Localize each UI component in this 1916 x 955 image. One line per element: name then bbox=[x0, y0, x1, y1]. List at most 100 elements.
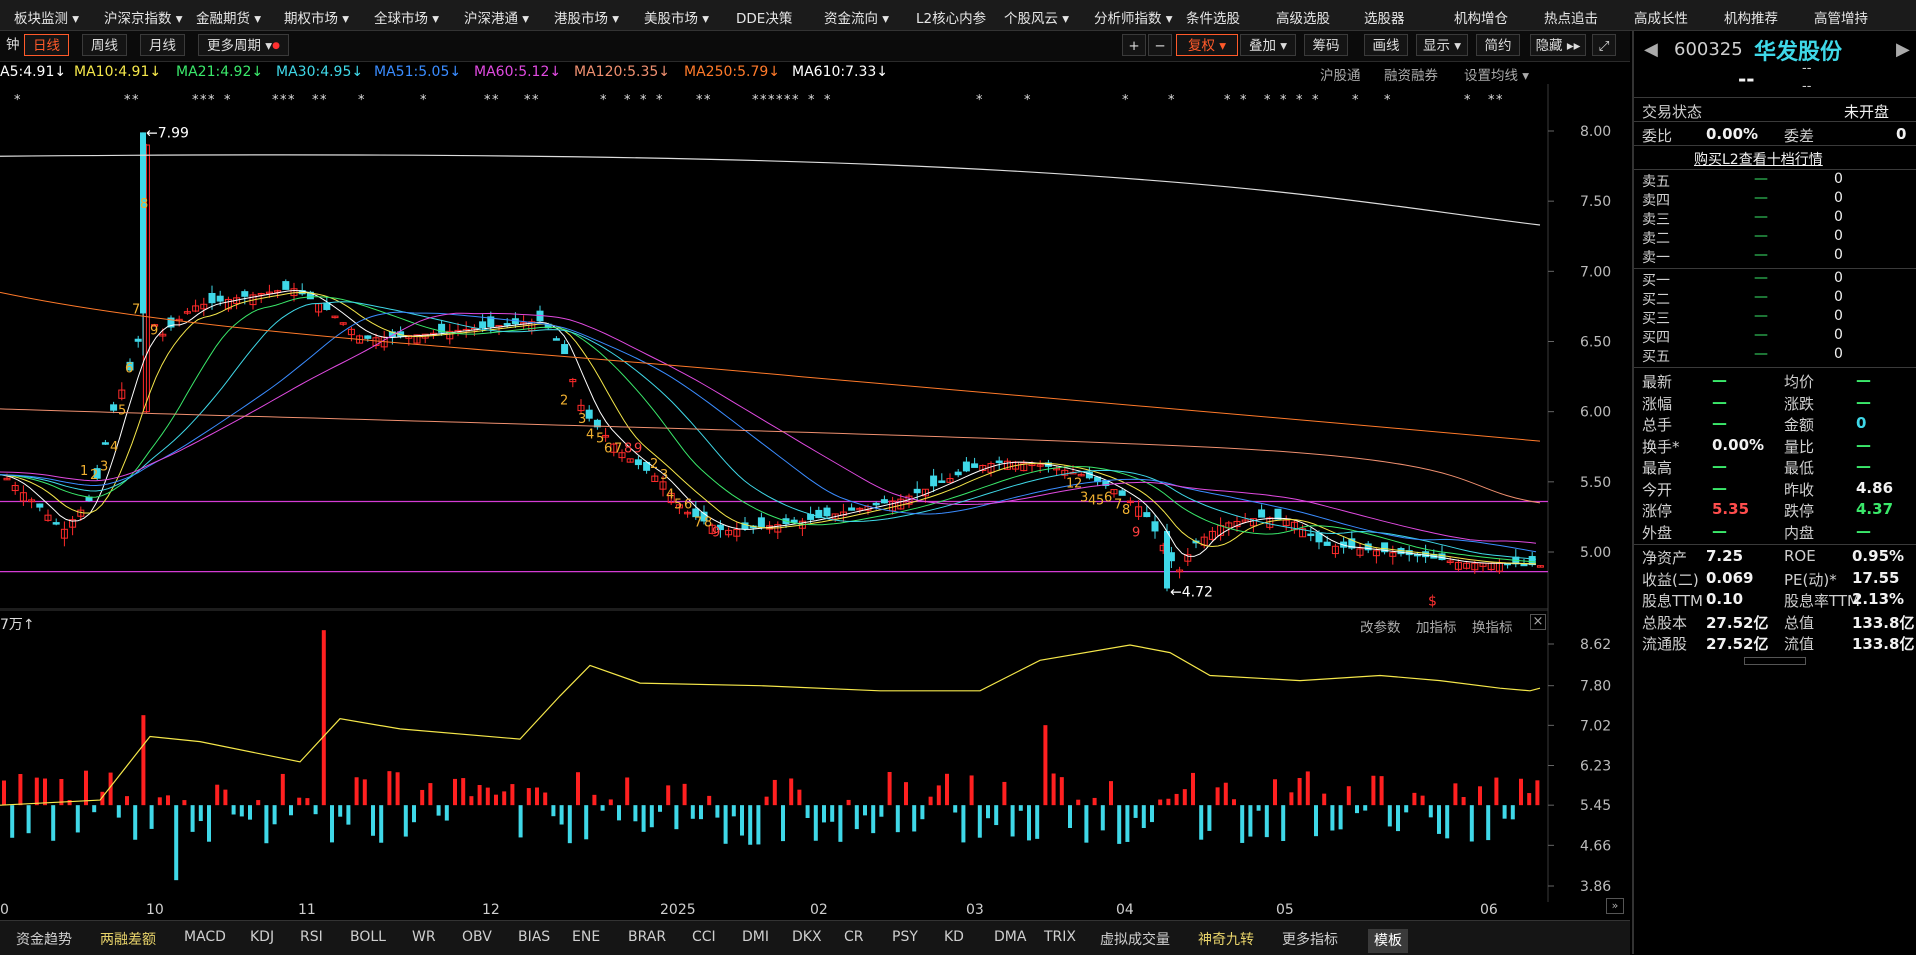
zoom-in-button[interactable]: + bbox=[1122, 34, 1146, 56]
indicator-bar bbox=[510, 784, 515, 806]
top-menu-item[interactable]: 机构推荐 bbox=[1724, 7, 1778, 27]
indicator-tab[interactable]: TRIX bbox=[1044, 929, 1076, 945]
y-tick-label: 6.23 bbox=[1580, 759, 1611, 775]
top-menu-item[interactable]: 港股市场 ▾ bbox=[554, 7, 619, 27]
signal-star: * bbox=[1264, 93, 1271, 108]
top-menu-item[interactable]: 热点追击 bbox=[1544, 7, 1598, 27]
weibi-label: 委比 bbox=[1642, 127, 1673, 145]
more-periods-button[interactable]: 更多周期 ▾● bbox=[198, 34, 289, 56]
indicator-bar bbox=[1141, 805, 1146, 829]
candle-body bbox=[880, 499, 888, 504]
candle-body bbox=[110, 404, 118, 411]
switch-indicator-link[interactable]: 换指标 bbox=[1472, 616, 1513, 636]
zoom-out-button[interactable]: − bbox=[1148, 34, 1172, 56]
top-menu-item[interactable]: 金融期货 ▾ bbox=[196, 7, 261, 27]
indicator-bar bbox=[1453, 783, 1458, 806]
signal-star: * bbox=[1122, 93, 1129, 108]
fin-value: 0.069 bbox=[1706, 568, 1754, 587]
indicator-tab[interactable]: WR bbox=[412, 929, 436, 945]
top-menu-item[interactable]: 高级选股 bbox=[1276, 7, 1330, 27]
top-menu-item[interactable]: 选股器 bbox=[1364, 7, 1405, 27]
sell-level-volume: 0 bbox=[1834, 209, 1843, 225]
panel-scroll-handle[interactable] bbox=[1744, 656, 1806, 665]
indicator-params-link[interactable]: 改参数 bbox=[1360, 616, 1401, 636]
top-menu-item[interactable]: 美股市场 ▾ bbox=[644, 7, 709, 27]
indicator-tab[interactable]: 两融差额 bbox=[100, 929, 156, 949]
indicator-tab[interactable]: ENE bbox=[572, 929, 600, 945]
top-menu-item[interactable]: 板块监测 ▾ bbox=[14, 7, 79, 27]
indicator-bar bbox=[1281, 805, 1286, 841]
simple-mode-button[interactable]: 简约 bbox=[1476, 34, 1520, 56]
kline-chart[interactable]: 8.007.507.006.506.005.505.00* * * * * * * * * * * *… bbox=[0, 84, 1630, 610]
indicator-tab[interactable]: DKX bbox=[792, 929, 822, 945]
indicator-tab[interactable]: KD bbox=[944, 929, 964, 945]
indicator-title: 7万↑ bbox=[0, 617, 35, 633]
indicator-tab[interactable]: BRAR bbox=[628, 929, 666, 945]
candle-body bbox=[208, 292, 216, 304]
scroll-end-icon[interactable]: » bbox=[1606, 898, 1624, 914]
indicator-tab[interactable]: RSI bbox=[300, 929, 323, 945]
signal-star: * bbox=[1280, 93, 1287, 108]
indicator-tab[interactable]: CCI bbox=[692, 929, 716, 945]
top-menu-item[interactable]: 高成长性 bbox=[1634, 7, 1688, 27]
chips-button[interactable]: 筹码 bbox=[1304, 34, 1348, 56]
top-menu-item[interactable]: 条件选股 bbox=[1186, 7, 1240, 27]
indicator-tab[interactable]: 虚拟成交量 bbox=[1100, 929, 1170, 949]
indicator-tab[interactable]: 资金趋势 bbox=[16, 929, 72, 949]
indicator-tab[interactable]: DMA bbox=[994, 929, 1026, 945]
overlay-button[interactable]: 叠加 ▾ bbox=[1240, 34, 1296, 56]
prev-stock-icon[interactable]: ◀ bbox=[1644, 39, 1658, 60]
indicator-tab[interactable]: 更多指标 bbox=[1282, 929, 1338, 949]
top-menu-item[interactable]: 期权市场 ▾ bbox=[284, 7, 349, 27]
top-menu-item[interactable]: 个股风云 ▾ bbox=[1004, 7, 1069, 27]
top-menu-item[interactable]: L2核心内参 bbox=[916, 7, 986, 27]
margin-trading-link[interactable]: 融资融券 bbox=[1384, 64, 1438, 84]
indicator-chart[interactable]: 8.62 7.80 7.02 6.23 5.45 4.66 3.86 bbox=[0, 610, 1630, 902]
period-week-button[interactable]: 周线 bbox=[82, 34, 127, 56]
top-menu-item[interactable]: 机构增仓 bbox=[1454, 7, 1508, 27]
add-indicator-link[interactable]: 加指标 bbox=[1416, 616, 1457, 636]
top-menu-item[interactable]: 资金流向 ▾ bbox=[824, 7, 889, 27]
candle-body bbox=[962, 461, 970, 472]
buy-l2-link[interactable]: 购买L2查看十档行情 bbox=[1694, 149, 1823, 169]
hide-button[interactable]: 隐藏 ▸▸ bbox=[1530, 34, 1586, 56]
indicator-tab[interactable]: 神奇九转 bbox=[1198, 929, 1254, 949]
display-button[interactable]: 显示 ▾ bbox=[1416, 34, 1468, 56]
indicator-tab[interactable]: OBV bbox=[462, 929, 492, 945]
indicator-tab[interactable]: DMI bbox=[742, 929, 769, 945]
set-ma-link[interactable]: 设置均线 ▾ bbox=[1464, 64, 1529, 84]
close-icon[interactable]: × bbox=[1530, 614, 1546, 630]
fuquan-button[interactable]: 复权 ▾ bbox=[1176, 34, 1238, 56]
top-menu-item[interactable]: 沪深京指数 ▾ bbox=[104, 7, 183, 27]
indicator-tab[interactable]: 模板 bbox=[1368, 929, 1408, 953]
top-menu-item[interactable]: 沪深港通 ▾ bbox=[464, 7, 529, 27]
s-marker: $ bbox=[1428, 593, 1437, 609]
top-menu-item[interactable]: 全球市场 ▾ bbox=[374, 7, 439, 27]
y-tick-label: 3.86 bbox=[1580, 879, 1611, 895]
indicator-tab[interactable]: CR bbox=[844, 929, 864, 945]
top-menu-item[interactable]: DDE决策 bbox=[736, 7, 792, 27]
signal-star: * bbox=[532, 93, 539, 108]
indicator-bar bbox=[1363, 805, 1368, 811]
indicator-tab[interactable]: BOLL bbox=[350, 929, 386, 945]
hk-connect-link[interactable]: 沪股通 bbox=[1320, 64, 1361, 84]
indicator-bar bbox=[403, 805, 408, 837]
indicator-tab[interactable]: PSY bbox=[892, 929, 918, 945]
draw-line-button[interactable]: 画线 bbox=[1364, 34, 1408, 56]
indicator-tab[interactable]: BIAS bbox=[518, 929, 550, 945]
top-menu-item[interactable]: 分析师指数 ▾ bbox=[1094, 7, 1173, 27]
signal-star: * bbox=[192, 93, 199, 108]
period-month-button[interactable]: 月线 bbox=[140, 34, 185, 56]
period-day-button[interactable]: 日线 bbox=[24, 34, 69, 56]
fin-label: 总股本 bbox=[1642, 613, 1688, 632]
indicator-bar bbox=[690, 805, 695, 819]
next-stock-icon[interactable]: ▶ bbox=[1896, 39, 1910, 60]
indicator-tab[interactable]: KDJ bbox=[250, 929, 274, 945]
signal-star: * bbox=[420, 93, 427, 108]
top-menu-item[interactable]: 高管增持 bbox=[1814, 7, 1868, 27]
expand-icon[interactable]: ⤢ bbox=[1592, 34, 1616, 56]
indicator-bar bbox=[961, 805, 966, 843]
candle-body bbox=[1164, 530, 1170, 589]
stat-value: 0 bbox=[1856, 414, 1867, 432]
indicator-tab[interactable]: MACD bbox=[184, 929, 226, 945]
